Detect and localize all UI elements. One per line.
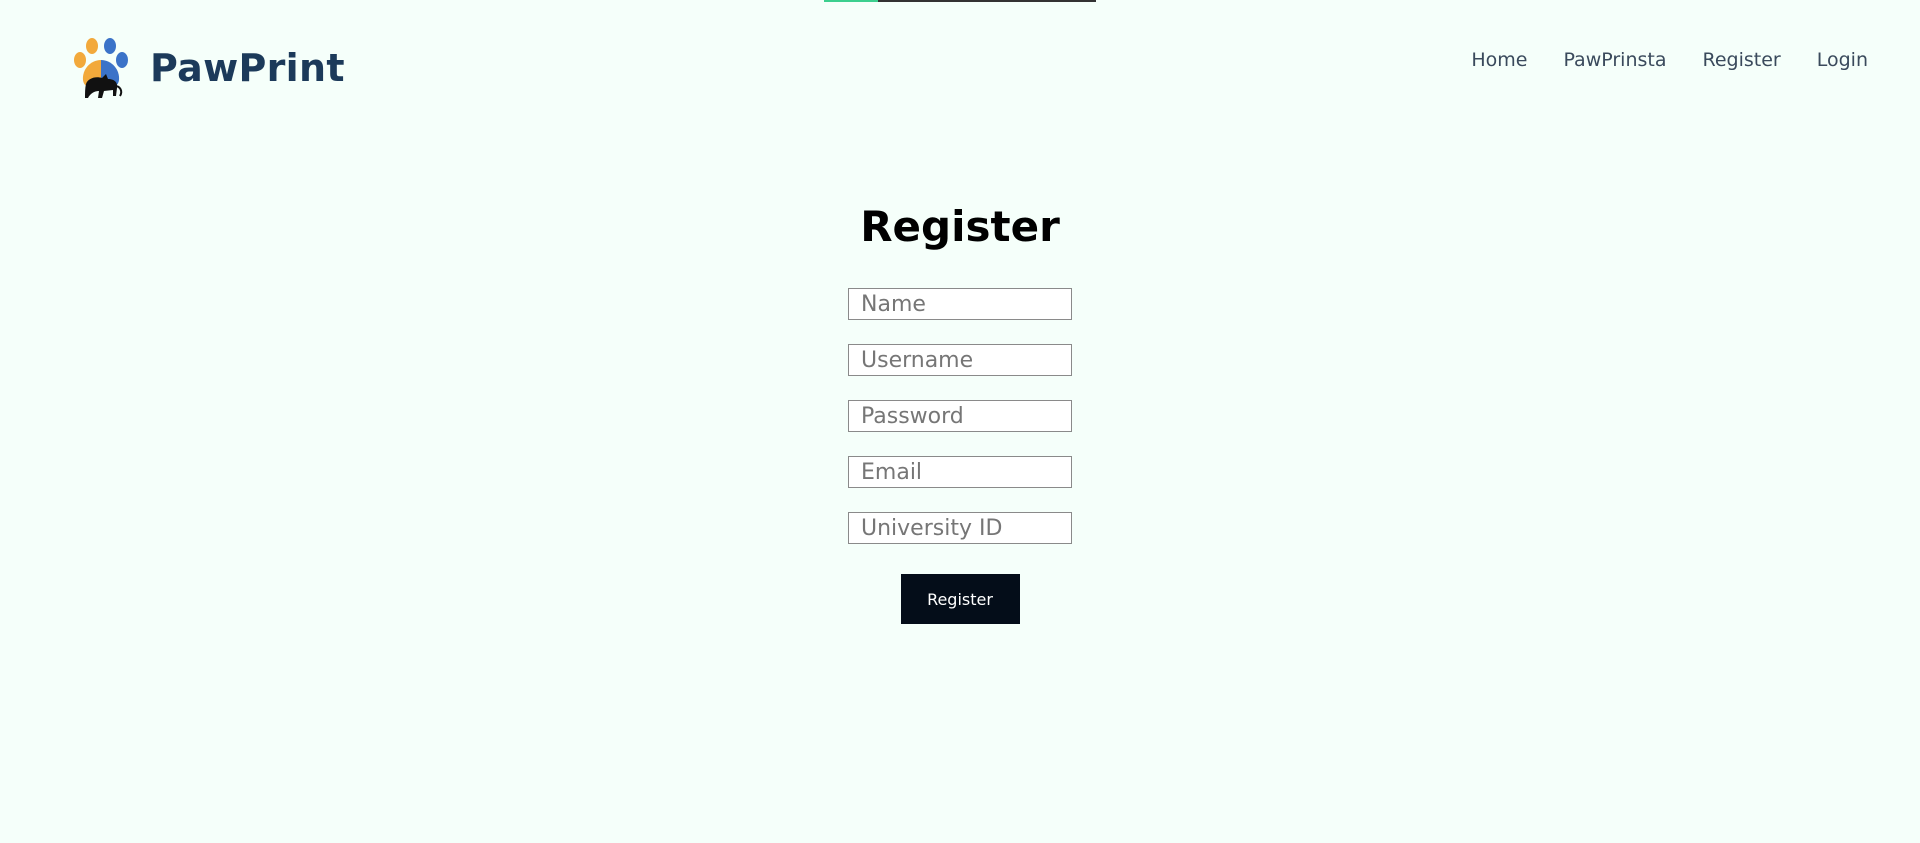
page: PawPrint Home PawPrinsta Register Login … [0, 0, 1920, 843]
paw-print-cat-icon [74, 38, 128, 98]
site-header: PawPrint Home PawPrinsta Register Login [0, 28, 1920, 100]
university-id-field[interactable] [848, 512, 1072, 544]
nav-link-pawprinsta[interactable]: PawPrinsta [1563, 48, 1666, 72]
main-nav: Home PawPrinsta Register Login [1471, 48, 1868, 72]
register-button[interactable]: Register [900, 574, 1020, 624]
register-form: Register Register [0, 198, 1920, 624]
brand-name: PawPrint [150, 46, 345, 90]
top-progress-bar [824, 0, 1096, 2]
password-field[interactable] [848, 400, 1072, 432]
nav-link-home[interactable]: Home [1471, 48, 1527, 72]
form-title: Register [860, 202, 1060, 251]
brand[interactable]: PawPrint [68, 36, 345, 100]
nav-link-register[interactable]: Register [1703, 48, 1781, 72]
name-field[interactable] [848, 288, 1072, 320]
email-field[interactable] [848, 456, 1072, 488]
top-progress-fill [824, 0, 879, 2]
nav-link-login[interactable]: Login [1817, 48, 1868, 72]
username-field[interactable] [848, 344, 1072, 376]
